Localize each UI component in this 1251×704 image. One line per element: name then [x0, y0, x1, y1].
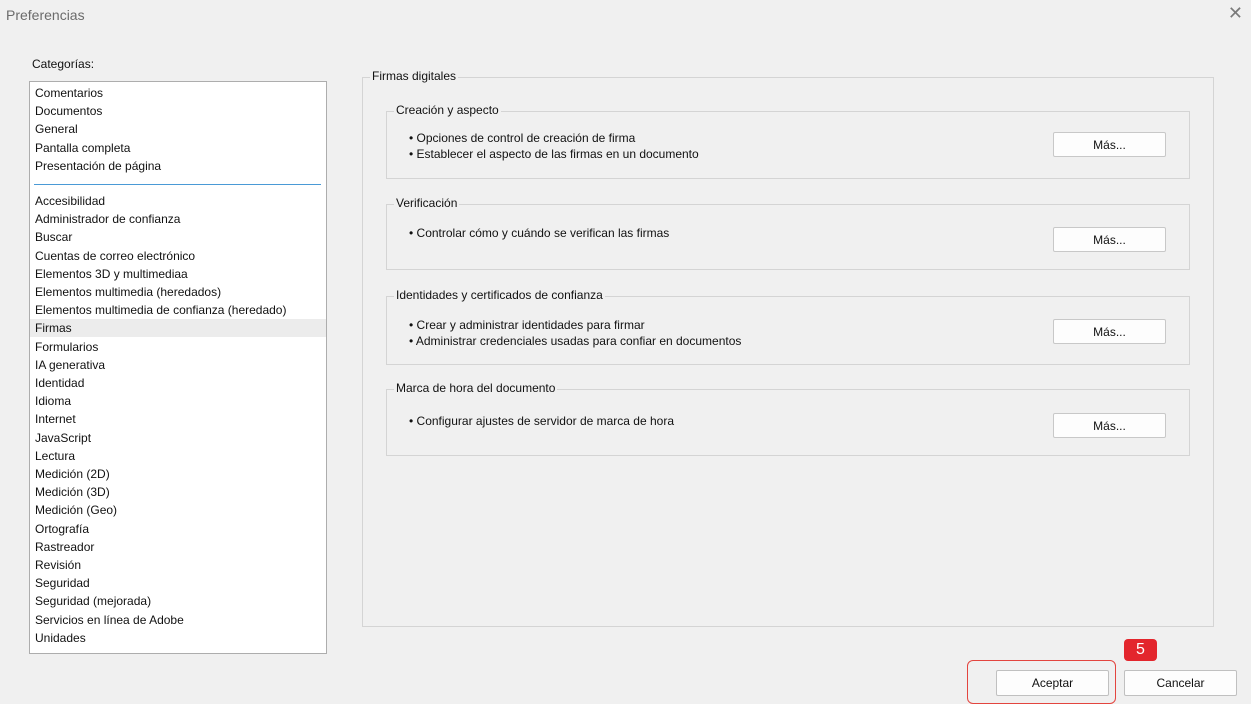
category-item[interactable]: Administrador de confianza: [30, 210, 326, 228]
annotation-step-badge: 5: [1124, 639, 1157, 661]
bullet-text: • Opciones de control de creación de fir…: [409, 131, 636, 145]
category-item[interactable]: Documentos: [30, 102, 326, 120]
category-item[interactable]: Servicios en línea de Adobe: [30, 611, 326, 629]
dialog-title: Preferencias: [6, 7, 85, 23]
category-item[interactable]: Elementos multimedia (heredados): [30, 283, 326, 301]
bullet-text: • Administrar credenciales usadas para c…: [409, 334, 742, 348]
category-item[interactable]: Medición (2D): [30, 465, 326, 483]
bullet-text: • Establecer el aspecto de las firmas en…: [409, 147, 699, 161]
ok-button[interactable]: Aceptar: [996, 670, 1109, 696]
section-title-verification: Verificación: [394, 196, 460, 210]
categories-separator: [34, 184, 321, 185]
category-item[interactable]: Elementos 3D y multimediaa: [30, 265, 326, 283]
categories-list[interactable]: Comentarios Documentos General Pantalla com…: [29, 81, 327, 654]
category-item[interactable]: Accesibilidad: [30, 192, 326, 210]
category-item[interactable]: Lectura: [30, 447, 326, 465]
bullet-text: • Configurar ajustes de servidor de marc…: [409, 414, 675, 428]
category-item[interactable]: Ortografía: [30, 520, 326, 538]
category-item[interactable]: Seguridad: [30, 574, 326, 592]
category-item[interactable]: Presentación de página: [30, 157, 326, 175]
category-item[interactable]: Formularios: [30, 338, 326, 356]
more-button-identities[interactable]: Más...: [1053, 319, 1166, 344]
bullet-text: • Controlar cómo y cuándo se verifican l…: [409, 226, 670, 240]
category-item[interactable]: Medición (Geo): [30, 501, 326, 519]
category-item[interactable]: Identidad: [30, 374, 326, 392]
category-item[interactable]: Revisión: [30, 556, 326, 574]
category-item[interactable]: Idioma: [30, 392, 326, 410]
more-button-verification[interactable]: Más...: [1053, 227, 1166, 252]
category-item[interactable]: Pantalla completa: [30, 139, 326, 157]
category-item[interactable]: Rastreador: [30, 538, 326, 556]
close-icon[interactable]: ✕: [1228, 4, 1243, 22]
section-title-identities: Identidades y certificados de confianza: [394, 288, 605, 302]
category-item[interactable]: Medición (3D): [30, 483, 326, 501]
category-item[interactable]: General: [30, 120, 326, 138]
category-item[interactable]: Comentarios: [30, 84, 326, 102]
cancel-button[interactable]: Cancelar: [1124, 670, 1237, 696]
category-item[interactable]: IA generativa: [30, 356, 326, 374]
more-button-timestamp[interactable]: Más...: [1053, 413, 1166, 438]
bullet-text: • Crear y administrar identidades para f…: [409, 318, 645, 332]
category-item[interactable]: Buscar: [30, 228, 326, 246]
category-item[interactable]: Unidades: [30, 629, 326, 647]
category-item[interactable]: Internet: [30, 410, 326, 428]
section-title-creation: Creación y aspecto: [394, 103, 501, 117]
more-button-creation[interactable]: Más...: [1053, 132, 1166, 157]
categories-label: Categorías:: [32, 57, 95, 71]
category-item[interactable]: Firmas: [30, 319, 326, 338]
category-item[interactable]: JavaScript: [30, 429, 326, 447]
category-item[interactable]: Cuentas de correo electrónico: [30, 247, 326, 265]
panel-title: Firmas digitales: [370, 69, 459, 83]
section-title-timestamp: Marca de hora del documento: [394, 381, 558, 395]
category-item[interactable]: Seguridad (mejorada): [30, 592, 326, 610]
category-item[interactable]: Elementos multimedia de confianza (hered…: [30, 301, 326, 319]
